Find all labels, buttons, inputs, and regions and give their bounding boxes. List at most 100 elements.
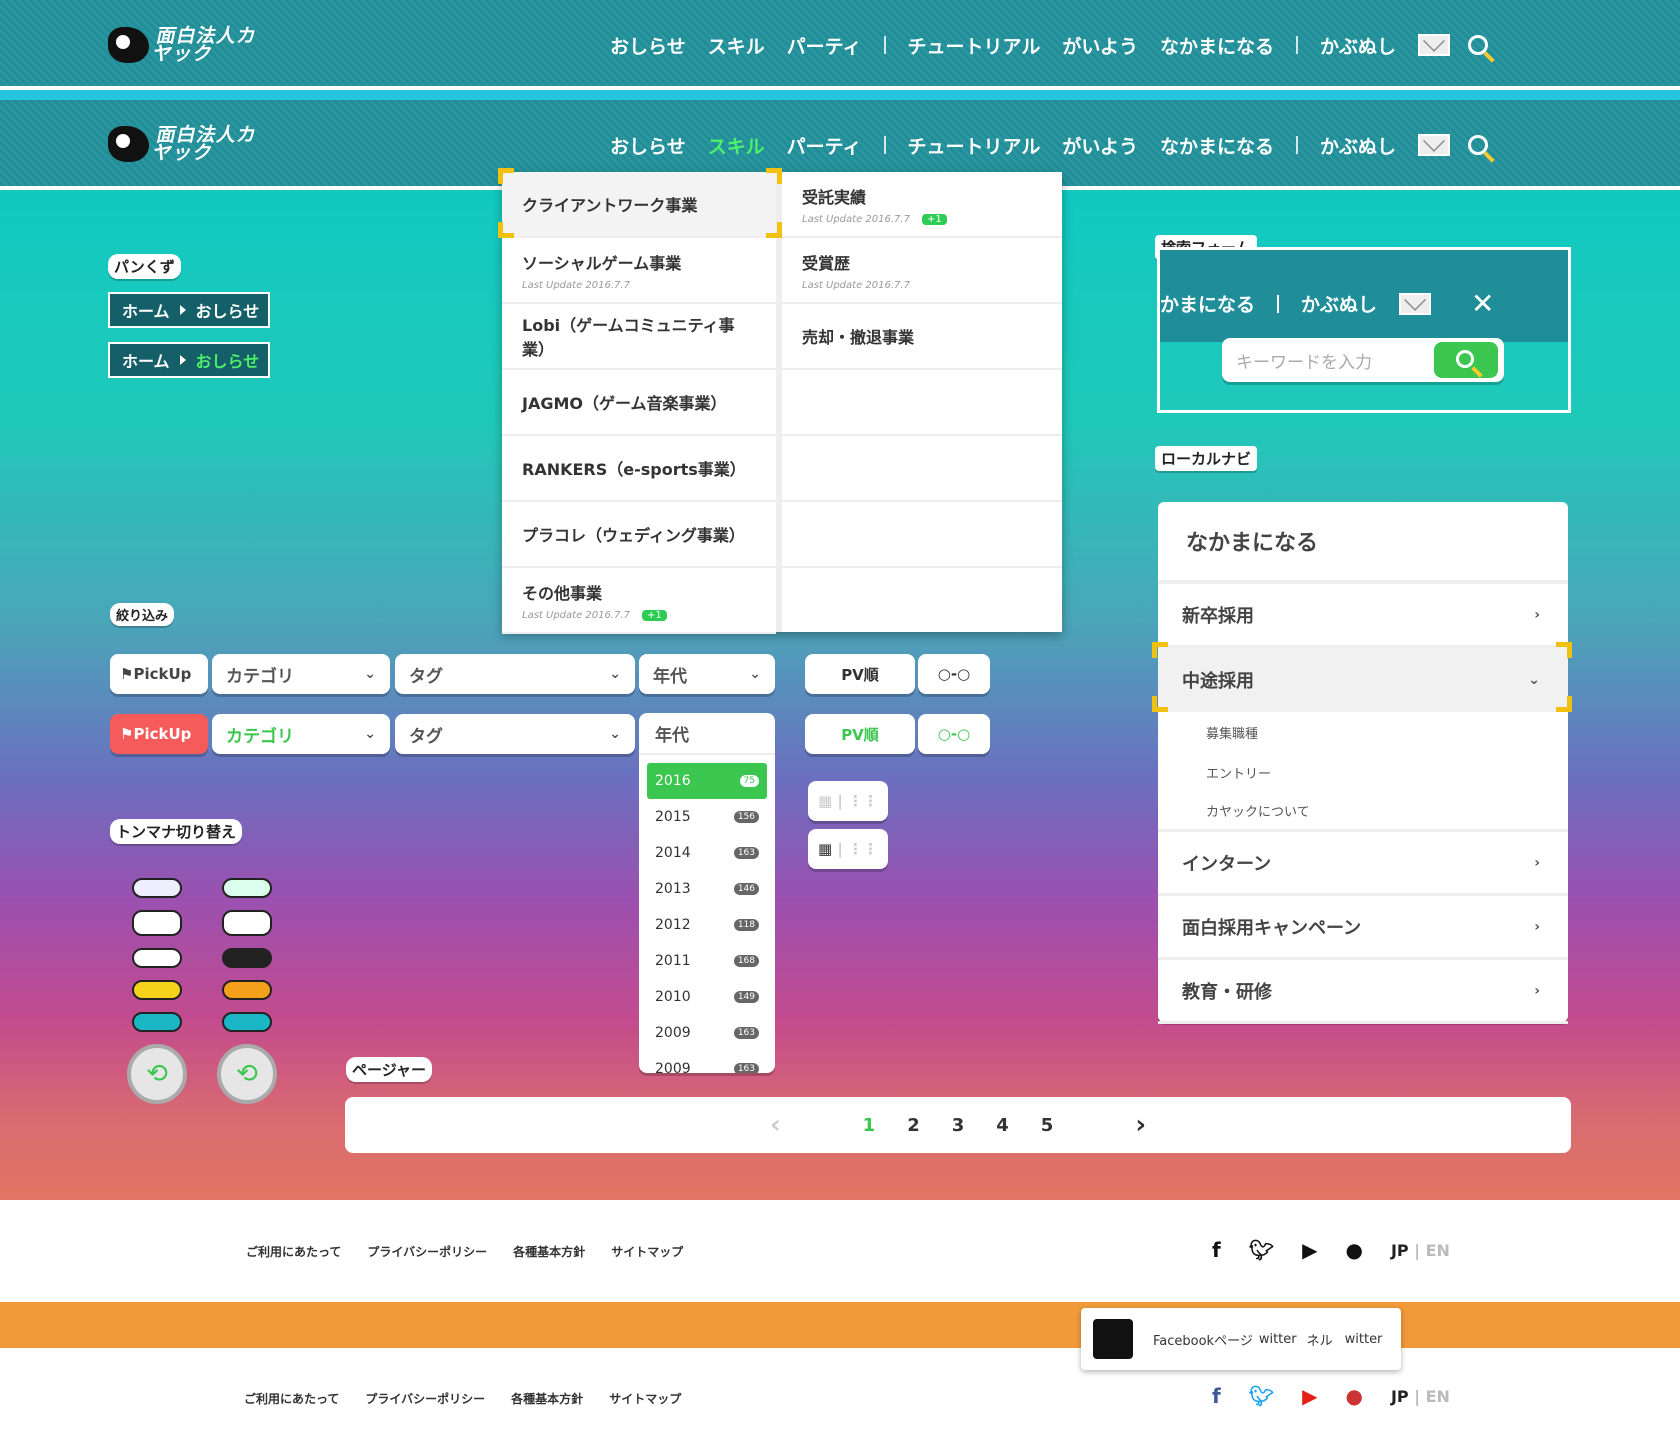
menu-item[interactable]: プラコレ（ウェディング事業） xyxy=(502,502,776,568)
footer-link[interactable]: 各種基本方針 xyxy=(511,1390,583,1407)
nav-news[interactable]: おしらせ xyxy=(610,132,686,159)
year-option[interactable]: 2013 146 xyxy=(639,871,775,907)
nav-skill[interactable]: スキル xyxy=(708,132,765,159)
local-nav-item[interactable]: 教育・研修 › xyxy=(1158,960,1568,1024)
logo[interactable]: 面白法人カヤック xyxy=(108,124,273,164)
menu-item[interactable]: 売却・撤退事業 xyxy=(782,304,1062,370)
twitter-icon[interactable]: 🐦︎ xyxy=(1249,1238,1274,1262)
cloud-icon[interactable] xyxy=(132,980,182,1000)
pixel-icon[interactable] xyxy=(222,910,272,936)
page-number[interactable]: 3 xyxy=(952,1115,965,1136)
nav-tutorial[interactable]: チュートリアル xyxy=(908,132,1041,159)
year-option[interactable]: 2014 163 xyxy=(639,835,775,871)
year-option[interactable]: 2011 168 xyxy=(639,943,775,979)
next-page-button[interactable]: › xyxy=(1135,1110,1146,1140)
grid-view-toggle[interactable]: ▦ | ⋮⋮ xyxy=(808,781,888,821)
pv-sort-button-active[interactable]: PV順 xyxy=(805,714,915,754)
mail-icon[interactable] xyxy=(1417,134,1450,156)
hexagon-icon[interactable] xyxy=(132,1012,182,1032)
footer-link[interactable]: サイトマップ xyxy=(609,1390,681,1407)
logo[interactable]: 面白法人カヤック xyxy=(108,25,273,65)
footer-link[interactable]: ご利用にあたって xyxy=(244,1390,339,1407)
year-dropdown-header[interactable]: 年代 xyxy=(639,713,775,755)
mail-icon[interactable] xyxy=(1417,34,1450,56)
mail-icon[interactable] xyxy=(1399,292,1432,315)
menu-item[interactable]: 受託実績 Last Update 2016.7.7 +1 xyxy=(782,172,1062,238)
menu-item[interactable]: JAGMO（ゲーム音楽事業） xyxy=(502,370,776,436)
menu-item[interactable]: RANKERS（e-sports事業） xyxy=(502,436,776,502)
twitter-icon[interactable]: 🐦︎ xyxy=(1249,1384,1274,1408)
pickup-toggle[interactable]: ⚑ PickUp xyxy=(110,654,208,694)
local-nav-item-open[interactable]: 中途採用 ⌄ xyxy=(1158,648,1568,712)
menu-item[interactable]: Lobi（ゲームコミュニティ事業） xyxy=(502,304,776,370)
tag-select[interactable]: タグ ⌄ xyxy=(395,654,635,694)
close-icon[interactable]: ✕ xyxy=(1471,289,1494,317)
footer-link[interactable]: 各種基本方針 xyxy=(513,1243,585,1260)
breadcrumb-home[interactable]: ホーム xyxy=(122,348,170,372)
prev-page-button[interactable]: ‹ xyxy=(770,1110,781,1140)
page-number[interactable]: 2 xyxy=(907,1115,920,1136)
tag-select[interactable]: タグ ⌄ xyxy=(395,714,635,754)
search-icon[interactable] xyxy=(1467,35,1488,55)
nav-recruit[interactable]: なかまになる xyxy=(1160,32,1274,59)
page-number[interactable]: 4 xyxy=(996,1115,1009,1136)
lang-jp[interactable]: JP xyxy=(1391,1387,1409,1406)
reload-icon[interactable]: ⟲ xyxy=(127,1044,187,1104)
year-option[interactable]: 2009 163 xyxy=(639,1015,775,1051)
mascot-icon[interactable]: ● xyxy=(1345,1238,1362,1262)
lang-en[interactable]: EN xyxy=(1426,1241,1450,1260)
local-nav-item[interactable]: 面白採用キャンペーン › xyxy=(1158,896,1568,960)
list-view-toggle[interactable]: ▦ | ⋮⋮ xyxy=(808,829,888,869)
breadcrumb-current[interactable]: おしらせ xyxy=(196,298,260,322)
footer-link[interactable]: プライバシーポリシー xyxy=(367,1243,487,1260)
nav-party[interactable]: パーティ xyxy=(787,32,862,59)
page-number[interactable]: 1 xyxy=(863,1115,876,1136)
category-select-active[interactable]: カテゴリ ⌄ xyxy=(212,714,390,754)
glasses-icon[interactable]: ○-○ xyxy=(918,654,990,694)
facebook-icon[interactable]: f xyxy=(1212,1384,1221,1408)
year-option[interactable]: 2012 118 xyxy=(639,907,775,943)
mascot-icon[interactable]: ● xyxy=(1345,1384,1362,1408)
pixel-icon[interactable] xyxy=(132,910,182,936)
menu-item[interactable]: クライアントワーク事業 xyxy=(502,172,776,238)
menu-item[interactable]: 受賞歴 Last Update 2016.7.7 xyxy=(782,238,1062,304)
gamepad-icon[interactable] xyxy=(222,948,272,968)
year-option[interactable]: 2016 75 xyxy=(647,763,767,799)
nav-news[interactable]: おしらせ xyxy=(610,32,686,59)
year-select[interactable]: 年代 ⌄ xyxy=(639,654,775,694)
breadcrumb-home[interactable]: ホーム xyxy=(122,298,170,322)
nav-ir[interactable]: かぶぬし xyxy=(1320,132,1396,159)
nav-tutorial[interactable]: チュートリアル xyxy=(908,32,1041,59)
nav-party[interactable]: パーティ xyxy=(787,132,862,159)
nav-ir[interactable]: かぶぬし xyxy=(1301,290,1377,317)
menu-item[interactable]: ソーシャルゲーム事業 Last Update 2016.7.7 xyxy=(502,238,776,304)
year-option[interactable]: 2015 156 xyxy=(639,799,775,835)
nav-skill[interactable]: スキル xyxy=(708,32,765,59)
youtube-icon[interactable]: ▶ xyxy=(1302,1384,1317,1408)
local-nav-subitem[interactable]: 募集職種 xyxy=(1158,712,1568,752)
breadcrumb-current[interactable]: おしらせ xyxy=(196,348,260,372)
pv-sort-button[interactable]: PV順 xyxy=(805,654,915,694)
facebook-icon[interactable]: f xyxy=(1212,1238,1221,1262)
pickup-toggle-active[interactable]: ⚑ PickUp xyxy=(110,714,208,754)
search-button[interactable] xyxy=(1434,342,1498,378)
category-select[interactable]: カテゴリ ⌄ xyxy=(212,654,390,694)
page-number[interactable]: 5 xyxy=(1041,1115,1054,1136)
footer-link[interactable]: サイトマップ xyxy=(611,1243,683,1260)
nav-about[interactable]: がいよう xyxy=(1062,32,1138,59)
glasses-icon[interactable]: ○-○ xyxy=(918,714,990,754)
local-nav-item[interactable]: インターン › xyxy=(1158,832,1568,896)
lang-jp[interactable]: JP xyxy=(1391,1241,1409,1260)
footer-link[interactable]: プライバシーポリシー xyxy=(365,1390,485,1407)
gamepad-icon[interactable] xyxy=(132,948,182,968)
year-option[interactable]: 2009 163 xyxy=(639,1051,775,1073)
nav-recruit[interactable]: かまになる xyxy=(1160,290,1255,317)
search-input[interactable]: キーワードを入力 xyxy=(1222,338,1504,382)
cloud-icon[interactable] xyxy=(222,980,272,1000)
hexagon-icon[interactable] xyxy=(222,1012,272,1032)
nav-about[interactable]: がいよう xyxy=(1062,132,1138,159)
nav-ir[interactable]: かぶぬし xyxy=(1320,32,1396,59)
reload-icon[interactable]: ⟲ xyxy=(217,1044,277,1104)
local-nav-subitem[interactable]: カヤックについて xyxy=(1158,792,1568,832)
year-option[interactable]: 2010 149 xyxy=(639,979,775,1015)
